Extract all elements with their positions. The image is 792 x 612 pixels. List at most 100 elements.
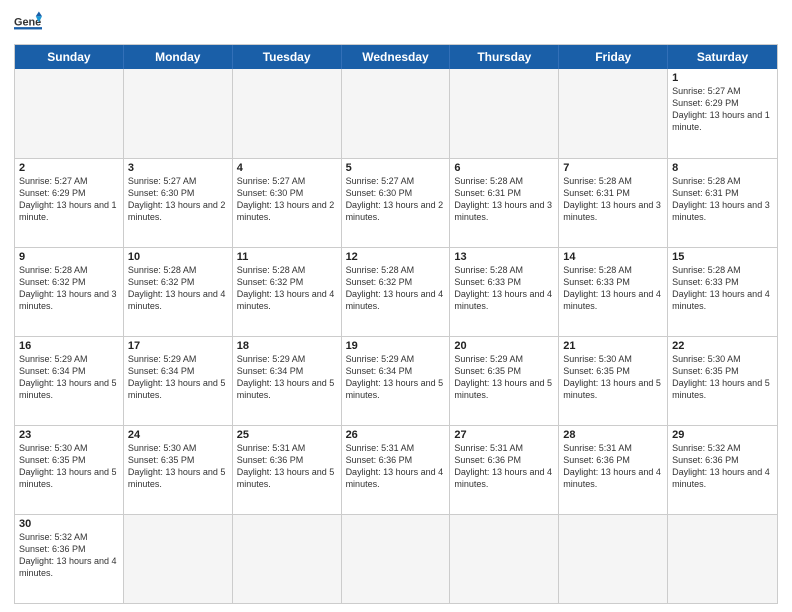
calendar-cell: 15Sunrise: 5:28 AM Sunset: 6:33 PM Dayli… xyxy=(668,248,777,336)
day-info: Sunrise: 5:29 AM Sunset: 6:34 PM Dayligh… xyxy=(128,353,228,402)
calendar-cell: 19Sunrise: 5:29 AM Sunset: 6:34 PM Dayli… xyxy=(342,337,451,425)
calendar-body: 1Sunrise: 5:27 AM Sunset: 6:29 PM Daylig… xyxy=(15,69,777,603)
day-info: Sunrise: 5:29 AM Sunset: 6:34 PM Dayligh… xyxy=(237,353,337,402)
generalblue-icon: General xyxy=(14,10,42,38)
day-info: Sunrise: 5:27 AM Sunset: 6:30 PM Dayligh… xyxy=(346,175,446,224)
page: General Sunday Monday Tuesday Wednesday … xyxy=(0,0,792,612)
calendar-week-3: 9Sunrise: 5:28 AM Sunset: 6:32 PM Daylig… xyxy=(15,247,777,336)
calendar-cell: 30Sunrise: 5:32 AM Sunset: 6:36 PM Dayli… xyxy=(15,515,124,603)
calendar-cell: 18Sunrise: 5:29 AM Sunset: 6:34 PM Dayli… xyxy=(233,337,342,425)
day-number: 15 xyxy=(672,251,773,263)
day-number: 13 xyxy=(454,251,554,263)
day-number: 30 xyxy=(19,518,119,530)
day-info: Sunrise: 5:28 AM Sunset: 6:31 PM Dayligh… xyxy=(563,175,663,224)
day-info: Sunrise: 5:27 AM Sunset: 6:29 PM Dayligh… xyxy=(672,85,773,134)
day-number: 5 xyxy=(346,162,446,174)
day-number: 21 xyxy=(563,340,663,352)
calendar-header: Sunday Monday Tuesday Wednesday Thursday… xyxy=(15,45,777,69)
day-number: 27 xyxy=(454,429,554,441)
day-number: 10 xyxy=(128,251,228,263)
day-info: Sunrise: 5:28 AM Sunset: 6:33 PM Dayligh… xyxy=(563,264,663,313)
calendar-cell: 1Sunrise: 5:27 AM Sunset: 6:29 PM Daylig… xyxy=(668,69,777,158)
calendar-cell: 20Sunrise: 5:29 AM Sunset: 6:35 PM Dayli… xyxy=(450,337,559,425)
logo: General xyxy=(14,10,46,38)
day-number: 9 xyxy=(19,251,119,263)
header-friday: Friday xyxy=(559,45,668,69)
calendar-cell: 28Sunrise: 5:31 AM Sunset: 6:36 PM Dayli… xyxy=(559,426,668,514)
day-number: 3 xyxy=(128,162,228,174)
day-number: 20 xyxy=(454,340,554,352)
calendar-cell xyxy=(668,515,777,603)
calendar-cell xyxy=(450,69,559,158)
day-number: 16 xyxy=(19,340,119,352)
calendar-cell: 17Sunrise: 5:29 AM Sunset: 6:34 PM Dayli… xyxy=(124,337,233,425)
day-number: 24 xyxy=(128,429,228,441)
day-info: Sunrise: 5:28 AM Sunset: 6:32 PM Dayligh… xyxy=(19,264,119,313)
calendar-cell xyxy=(124,69,233,158)
header-wednesday: Wednesday xyxy=(342,45,451,69)
calendar-cell: 14Sunrise: 5:28 AM Sunset: 6:33 PM Dayli… xyxy=(559,248,668,336)
day-number: 26 xyxy=(346,429,446,441)
day-info: Sunrise: 5:28 AM Sunset: 6:32 PM Dayligh… xyxy=(128,264,228,313)
calendar-cell xyxy=(124,515,233,603)
day-info: Sunrise: 5:28 AM Sunset: 6:32 PM Dayligh… xyxy=(237,264,337,313)
day-info: Sunrise: 5:31 AM Sunset: 6:36 PM Dayligh… xyxy=(563,442,663,491)
day-info: Sunrise: 5:32 AM Sunset: 6:36 PM Dayligh… xyxy=(672,442,773,491)
day-info: Sunrise: 5:30 AM Sunset: 6:35 PM Dayligh… xyxy=(563,353,663,402)
header-monday: Monday xyxy=(124,45,233,69)
day-info: Sunrise: 5:29 AM Sunset: 6:34 PM Dayligh… xyxy=(346,353,446,402)
day-info: Sunrise: 5:30 AM Sunset: 6:35 PM Dayligh… xyxy=(128,442,228,491)
calendar-cell: 29Sunrise: 5:32 AM Sunset: 6:36 PM Dayli… xyxy=(668,426,777,514)
day-info: Sunrise: 5:32 AM Sunset: 6:36 PM Dayligh… xyxy=(19,531,119,580)
calendar-cell: 5Sunrise: 5:27 AM Sunset: 6:30 PM Daylig… xyxy=(342,159,451,247)
calendar-cell: 4Sunrise: 5:27 AM Sunset: 6:30 PM Daylig… xyxy=(233,159,342,247)
calendar-cell: 21Sunrise: 5:30 AM Sunset: 6:35 PM Dayli… xyxy=(559,337,668,425)
day-number: 23 xyxy=(19,429,119,441)
header-saturday: Saturday xyxy=(668,45,777,69)
day-info: Sunrise: 5:28 AM Sunset: 6:31 PM Dayligh… xyxy=(454,175,554,224)
calendar-cell: 27Sunrise: 5:31 AM Sunset: 6:36 PM Dayli… xyxy=(450,426,559,514)
calendar-cell: 12Sunrise: 5:28 AM Sunset: 6:32 PM Dayli… xyxy=(342,248,451,336)
calendar-cell xyxy=(342,515,451,603)
day-info: Sunrise: 5:29 AM Sunset: 6:35 PM Dayligh… xyxy=(454,353,554,402)
day-info: Sunrise: 5:28 AM Sunset: 6:33 PM Dayligh… xyxy=(454,264,554,313)
calendar-week-1: 1Sunrise: 5:27 AM Sunset: 6:29 PM Daylig… xyxy=(15,69,777,158)
day-number: 28 xyxy=(563,429,663,441)
calendar-cell xyxy=(559,69,668,158)
day-info: Sunrise: 5:28 AM Sunset: 6:31 PM Dayligh… xyxy=(672,175,773,224)
calendar-cell: 16Sunrise: 5:29 AM Sunset: 6:34 PM Dayli… xyxy=(15,337,124,425)
calendar: Sunday Monday Tuesday Wednesday Thursday… xyxy=(14,44,778,604)
day-number: 17 xyxy=(128,340,228,352)
day-number: 29 xyxy=(672,429,773,441)
calendar-cell: 13Sunrise: 5:28 AM Sunset: 6:33 PM Dayli… xyxy=(450,248,559,336)
day-number: 11 xyxy=(237,251,337,263)
day-info: Sunrise: 5:27 AM Sunset: 6:30 PM Dayligh… xyxy=(237,175,337,224)
calendar-cell: 10Sunrise: 5:28 AM Sunset: 6:32 PM Dayli… xyxy=(124,248,233,336)
day-number: 25 xyxy=(237,429,337,441)
day-number: 19 xyxy=(346,340,446,352)
day-number: 22 xyxy=(672,340,773,352)
calendar-cell xyxy=(342,69,451,158)
calendar-cell xyxy=(559,515,668,603)
calendar-cell: 26Sunrise: 5:31 AM Sunset: 6:36 PM Dayli… xyxy=(342,426,451,514)
day-number: 18 xyxy=(237,340,337,352)
day-number: 8 xyxy=(672,162,773,174)
day-info: Sunrise: 5:28 AM Sunset: 6:33 PM Dayligh… xyxy=(672,264,773,313)
calendar-cell: 8Sunrise: 5:28 AM Sunset: 6:31 PM Daylig… xyxy=(668,159,777,247)
header-sunday: Sunday xyxy=(15,45,124,69)
day-number: 2 xyxy=(19,162,119,174)
calendar-week-2: 2Sunrise: 5:27 AM Sunset: 6:29 PM Daylig… xyxy=(15,158,777,247)
calendar-week-4: 16 Sunrise: 5:29 AM Sunset: 6:34 PM Dayli… xyxy=(15,336,777,425)
calendar-cell xyxy=(450,515,559,603)
calendar-cell: 23Sunrise: 5:30 AM Sunset: 6:35 PM Dayli… xyxy=(15,426,124,514)
calendar-cell: 3Sunrise: 5:27 AM Sunset: 6:30 PM Daylig… xyxy=(124,159,233,247)
header-tuesday: Tuesday xyxy=(233,45,342,69)
calendar-cell: 24Sunrise: 5:30 AM Sunset: 6:35 PM Dayli… xyxy=(124,426,233,514)
calendar-week-6: 30Sunrise: 5:32 AM Sunset: 6:36 PM Dayli… xyxy=(15,514,777,603)
calendar-cell xyxy=(233,515,342,603)
calendar-week-5: 23 Sunrise: 5:30 AM Sunset: 6:35 PM Dayli… xyxy=(15,425,777,514)
header: General xyxy=(14,10,778,38)
calendar-cell xyxy=(233,69,342,158)
calendar-cell: 2Sunrise: 5:27 AM Sunset: 6:29 PM Daylig… xyxy=(15,159,124,247)
day-number: 14 xyxy=(563,251,663,263)
